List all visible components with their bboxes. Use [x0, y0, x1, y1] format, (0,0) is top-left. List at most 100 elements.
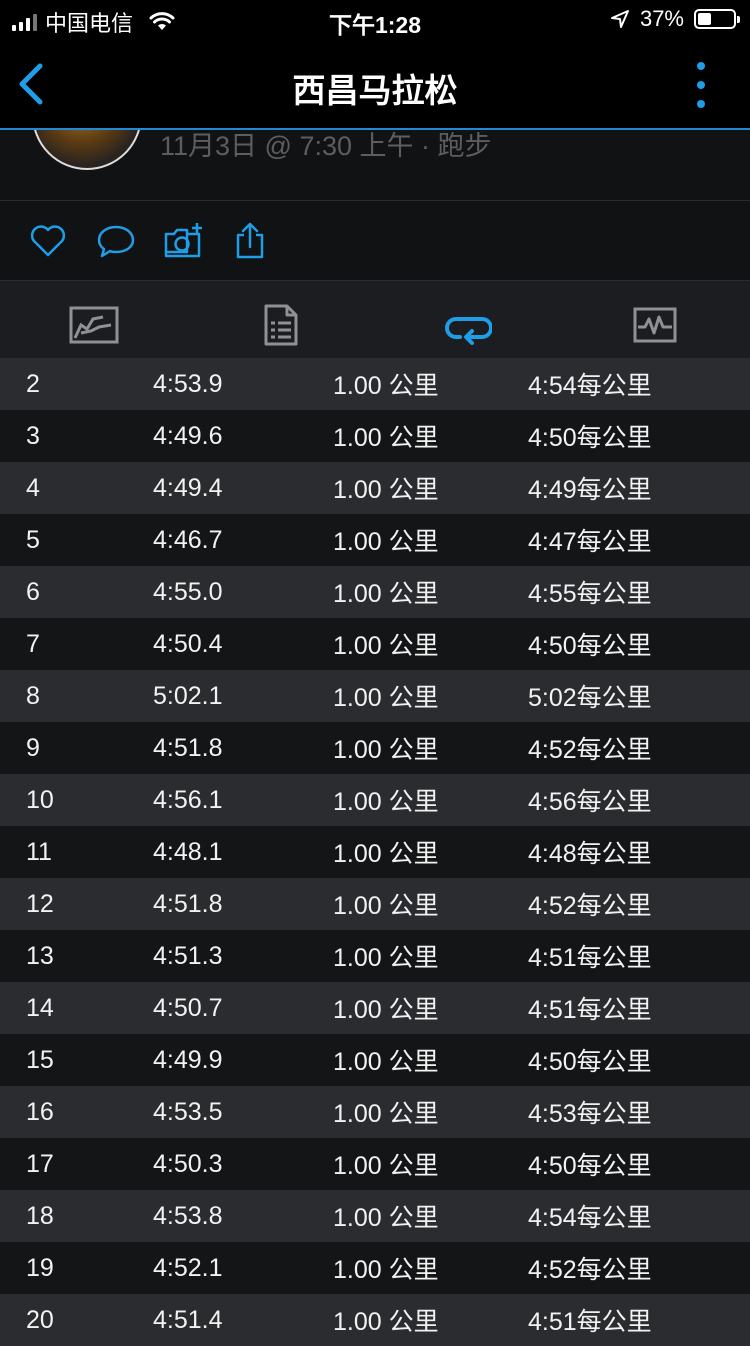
lap-distance: 1.00 公里: [333, 580, 439, 608]
navigation-bar: 西昌马拉松: [0, 40, 750, 130]
lap-distance: 1.00 公里: [333, 1048, 439, 1076]
lap-number: 7: [26, 629, 40, 658]
lap-number: 12: [26, 889, 54, 918]
table-row[interactable]: 13 4:51.3 1.00 公里 4:51每公里: [0, 930, 750, 982]
lap-number: 20: [26, 1305, 54, 1334]
table-row[interactable]: 20 4:51.4 1.00 公里 4:51每公里: [0, 1294, 750, 1346]
status-bar: 中国电信 下午1:28 37%: [0, 0, 750, 40]
table-row[interactable]: 14 4:50.7 1.00 公里 4:51每公里: [0, 982, 750, 1034]
lap-pace: 4:47每公里: [528, 528, 652, 556]
tab-map[interactable]: [0, 281, 187, 368]
table-row[interactable]: 9 4:51.8 1.00 公里 4:52每公里: [0, 722, 750, 774]
tab-charts[interactable]: [561, 281, 748, 368]
lap-pace: 4:50每公里: [528, 1152, 652, 1180]
table-row[interactable]: 19 4:52.1 1.00 公里 4:52每公里: [0, 1242, 750, 1294]
table-row[interactable]: 10 4:56.1 1.00 公里 4:56每公里: [0, 774, 750, 826]
lap-distance: 1.00 公里: [333, 372, 439, 400]
lap-pace: 4:53每公里: [528, 1100, 652, 1128]
activity-tabs: [0, 281, 750, 369]
location-arrow-icon: [610, 10, 629, 28]
lap-time: 4:56.1: [153, 785, 223, 814]
laps-tab-icon: [444, 316, 492, 345]
activity-meta: 11月3日 @ 7:30 上午 · 跑步: [160, 131, 492, 161]
lap-distance: 1.00 公里: [333, 476, 439, 504]
table-row[interactable]: 18 4:53.8 1.00 公里 4:54每公里: [0, 1190, 750, 1242]
lap-number: 13: [26, 941, 54, 970]
lap-time: 4:53.8: [153, 1201, 223, 1230]
comment-icon[interactable]: [96, 221, 136, 261]
lap-number: 14: [26, 993, 54, 1022]
lap-distance: 1.00 公里: [333, 632, 439, 660]
table-row[interactable]: 7 4:50.4 1.00 公里 4:50每公里: [0, 618, 750, 670]
lap-distance: 1.00 公里: [333, 528, 439, 556]
lap-distance: 1.00 公里: [333, 1308, 439, 1336]
lap-pace: 4:50每公里: [528, 632, 652, 660]
table-row[interactable]: 5 4:46.7 1.00 公里 4:47每公里: [0, 514, 750, 566]
lap-pace: 4:54每公里: [528, 372, 652, 400]
lap-number: 4: [26, 473, 40, 502]
tab-details[interactable]: [187, 281, 374, 368]
more-options-icon[interactable]: [696, 62, 706, 108]
lap-pace: 4:56每公里: [528, 788, 652, 816]
lap-pace: 4:52每公里: [528, 1256, 652, 1284]
lap-number: 15: [26, 1045, 54, 1074]
lap-time: 4:53.5: [153, 1097, 223, 1126]
battery-icon: [694, 9, 740, 29]
lap-number: 17: [26, 1149, 54, 1178]
lap-pace: 4:54每公里: [528, 1204, 652, 1232]
lap-number: 11: [26, 837, 52, 866]
tab-laps[interactable]: [374, 281, 561, 368]
lap-time: 5:02.1: [153, 681, 223, 710]
table-row[interactable]: 16 4:53.5 1.00 公里 4:53每公里: [0, 1086, 750, 1138]
lap-time: 4:55.0: [153, 577, 223, 606]
lap-distance: 1.00 公里: [333, 684, 439, 712]
lap-distance: 1.00 公里: [333, 736, 439, 764]
lap-pace: 4:50每公里: [528, 1048, 652, 1076]
lap-time: 4:46.7: [153, 525, 223, 554]
lap-number: 16: [26, 1097, 54, 1126]
lap-time: 4:50.3: [153, 1149, 223, 1178]
lap-distance: 1.00 公里: [333, 892, 439, 920]
battery-percent: 37%: [639, 6, 684, 31]
lap-distance: 1.00 公里: [333, 424, 439, 452]
table-row[interactable]: 17 4:50.3 1.00 公里 4:50每公里: [0, 1138, 750, 1190]
table-row[interactable]: 15 4:49.9 1.00 公里 4:50每公里: [0, 1034, 750, 1086]
table-row[interactable]: 3 4:49.6 1.00 公里 4:50每公里: [0, 410, 750, 462]
table-row[interactable]: 12 4:51.8 1.00 公里 4:52每公里: [0, 878, 750, 930]
details-tab-icon: [264, 304, 297, 345]
lap-time: 4:51.3: [153, 941, 223, 970]
lap-time: 4:49.4: [153, 473, 223, 502]
lap-distance: 1.00 公里: [333, 1100, 439, 1128]
lap-pace: 4:49每公里: [528, 476, 652, 504]
lap-distance: 1.00 公里: [333, 1204, 439, 1232]
lap-number: 2: [26, 369, 40, 398]
lap-distance: 1.00 公里: [333, 788, 439, 816]
share-icon[interactable]: [230, 221, 270, 261]
table-row[interactable]: 2 4:53.9 1.00 公里 4:54每公里: [0, 358, 750, 410]
lap-distance: 1.00 公里: [333, 840, 439, 868]
lap-time: 4:51.8: [153, 889, 223, 918]
lap-time: 4:49.9: [153, 1045, 223, 1074]
lap-time: 4:51.8: [153, 733, 223, 762]
table-row[interactable]: 4 4:49.4 1.00 公里 4:49每公里: [0, 462, 750, 514]
lap-pace: 4:52每公里: [528, 736, 652, 764]
lap-number: 10: [26, 785, 54, 814]
map-tab-icon: [69, 306, 118, 343]
lap-distance: 1.00 公里: [333, 1256, 439, 1284]
lap-number: 8: [26, 681, 40, 710]
table-row[interactable]: 11 4:48.1 1.00 公里 4:48每公里: [0, 826, 750, 878]
lap-pace: 5:02每公里: [528, 684, 652, 712]
lap-time: 4:49.6: [153, 421, 223, 450]
lap-time: 4:50.7: [153, 993, 223, 1022]
lap-number: 3: [26, 421, 40, 450]
avatar[interactable]: [32, 130, 142, 170]
heart-icon[interactable]: [28, 221, 68, 261]
lap-distance: 1.00 公里: [333, 996, 439, 1024]
lap-time: 4:51.4: [153, 1305, 223, 1334]
table-row[interactable]: 6 4:55.0 1.00 公里 4:55每公里: [0, 566, 750, 618]
lap-time: 4:52.1: [153, 1253, 223, 1282]
camera-add-icon[interactable]: [163, 221, 203, 261]
table-row[interactable]: 8 5:02.1 1.00 公里 5:02每公里: [0, 670, 750, 722]
lap-pace: 4:52每公里: [528, 892, 652, 920]
lap-number: 18: [26, 1201, 54, 1230]
